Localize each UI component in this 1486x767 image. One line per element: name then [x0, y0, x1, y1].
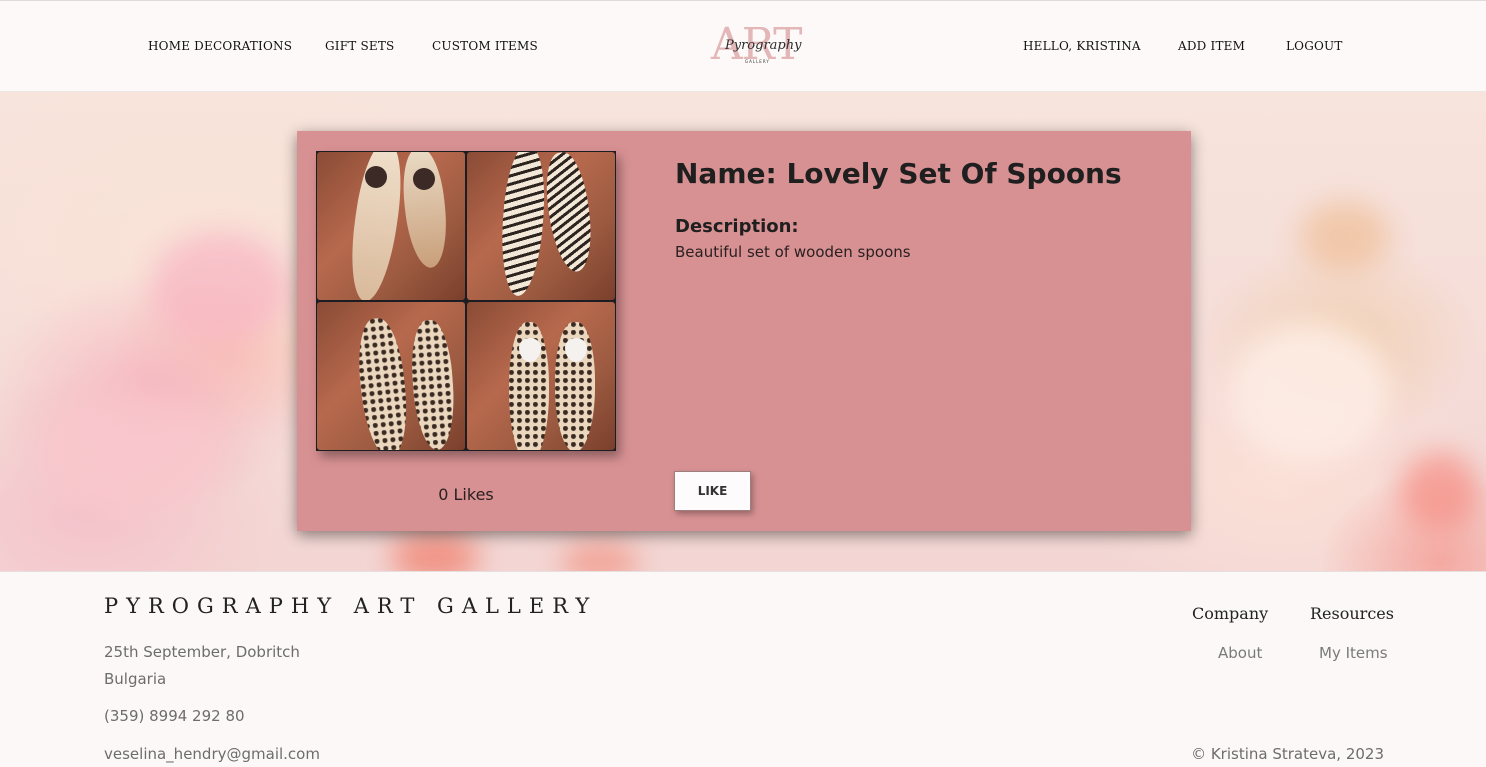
nav-add-item[interactable]: ADD ITEM: [1178, 39, 1245, 53]
logo-small-text: GALLERY: [745, 59, 770, 64]
flower-blur: [1300, 202, 1390, 272]
likes-count: 0 Likes: [438, 485, 494, 504]
footer-about-link[interactable]: About: [1218, 644, 1262, 662]
site-footer: PYROGRAPHY ART GALLERY 25th September, D…: [0, 571, 1486, 767]
flower-blur: [390, 532, 480, 571]
nav-greeting[interactable]: HELLO, KRISTINA: [1023, 39, 1141, 53]
site-logo[interactable]: ART Pyrography GALLERY: [711, 22, 802, 70]
flower-blur: [560, 542, 640, 571]
nav-custom-items[interactable]: CUSTOM ITEMS: [432, 39, 538, 53]
footer-phone: (359) 8994 292 80: [104, 707, 245, 725]
sunflower-center: [413, 168, 435, 190]
image-tile: [467, 152, 615, 300]
footer-my-items-link[interactable]: My Items: [1319, 644, 1388, 662]
site-header: HOME DECORATIONS GIFT SETS CUSTOM ITEMS …: [0, 0, 1486, 92]
flower-blur: [1230, 322, 1390, 462]
sunflower-center: [365, 166, 387, 188]
spoon-shape: [497, 152, 549, 298]
footer-brand: PYROGRAPHY ART GALLERY: [104, 594, 598, 618]
like-button[interactable]: LIKE: [674, 471, 751, 511]
logo-script-text: Pyrography: [725, 38, 802, 53]
nav-logout[interactable]: LOGOUT: [1286, 39, 1343, 53]
nav-home-decorations[interactable]: HOME DECORATIONS: [148, 39, 292, 53]
flower-blur: [40, 392, 220, 512]
description-label: Description:: [675, 216, 799, 237]
image-tile: [317, 302, 465, 450]
description-text: Beautiful set of wooden spoons: [675, 243, 911, 261]
spoon-shape: [353, 316, 413, 450]
footer-copyright: © Kristina Strateva, 2023: [1191, 745, 1384, 763]
footer-address-line2: Bulgaria: [104, 670, 167, 688]
nav-gift-sets[interactable]: GIFT SETS: [325, 39, 394, 53]
product-name: Name: Lovely Set Of Spoons: [675, 157, 1122, 190]
flower-blur: [150, 232, 290, 342]
product-card: 0 Likes Name: Lovely Set Of Spoons Descr…: [297, 131, 1191, 531]
footer-address-line1: 25th September, Dobritch: [104, 643, 300, 661]
image-tile: [467, 302, 615, 450]
footer-company-heading: Company: [1192, 604, 1269, 623]
flower-blur: [1400, 452, 1480, 532]
image-tile: [317, 152, 465, 300]
spoon-shape: [408, 318, 458, 450]
product-image: [316, 151, 616, 451]
footer-resources-heading: Resources: [1310, 604, 1394, 623]
footer-email[interactable]: veselina_hendry@gmail.com: [104, 745, 320, 763]
spoon-shape: [540, 152, 598, 275]
